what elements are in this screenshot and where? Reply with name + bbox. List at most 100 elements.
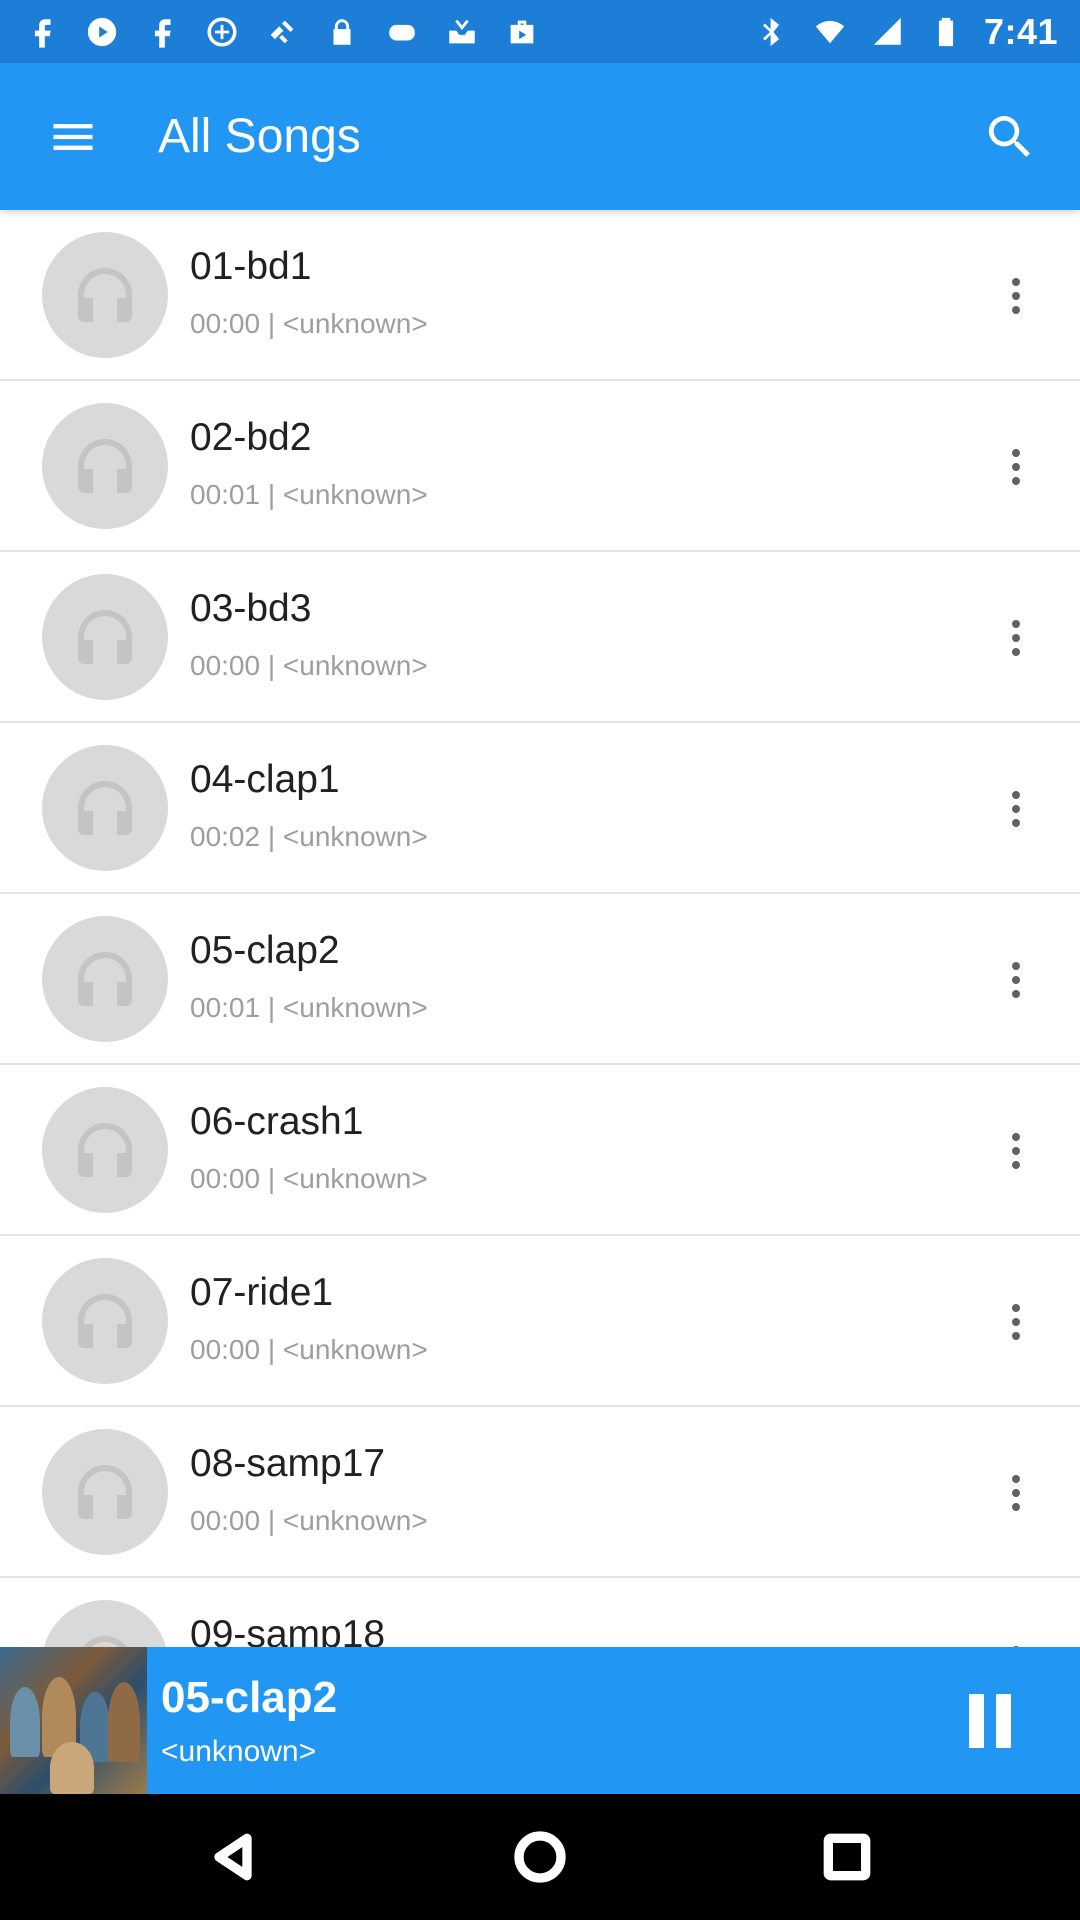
song-title: 06-crash1 — [190, 1100, 364, 1143]
song-text: 05-clap2 00:01 | <unknown> — [190, 928, 428, 1024]
song-title: 09-samp18 — [190, 1613, 386, 1647]
headphones-icon — [83, 1636, 127, 1647]
song-avatar — [42, 1258, 168, 1384]
recents-button[interactable] — [797, 1807, 897, 1907]
more-vert-icon — [1012, 620, 1020, 656]
song-avatar — [42, 574, 168, 700]
song-text: 03-bd3 00:00 | <unknown> — [190, 586, 428, 682]
song-subtitle: 00:00 | <unknown> — [190, 1334, 428, 1365]
inbox-icon — [442, 12, 482, 52]
notification-icons — [22, 12, 542, 52]
home-button[interactable] — [490, 1807, 590, 1907]
bluetooth-icon — [752, 12, 792, 52]
song-avatar — [42, 916, 168, 1042]
hamburger-menu-icon — [53, 123, 93, 150]
song-list-item[interactable]: 06-crash1 00:00 | <unknown> — [0, 1065, 1080, 1236]
more-vert-icon — [1012, 1133, 1020, 1169]
song-subtitle: 00:00 | <unknown> — [190, 650, 428, 681]
song-list-item[interactable]: 05-clap2 00:01 | <unknown> — [0, 894, 1080, 1065]
search-icon — [988, 115, 1030, 157]
song-text: 09-samp18 — [190, 1612, 385, 1647]
back-icon — [214, 1833, 252, 1881]
more-vert-icon — [1012, 278, 1020, 314]
back-button[interactable] — [183, 1807, 283, 1907]
headphones-icon — [78, 439, 132, 493]
status-bar: 7:41 — [0, 0, 1080, 63]
now-playing-bar[interactable]: 05-clap2 <unknown> — [0, 1647, 1080, 1794]
home-icon — [514, 1831, 566, 1883]
song-list-item[interactable]: 08-samp17 00:00 | <unknown> — [0, 1407, 1080, 1578]
song-title: 02-bd2 — [190, 416, 312, 459]
song-text: 02-bd2 00:01 | <unknown> — [190, 415, 428, 511]
status-time: 7:41 — [983, 10, 1058, 52]
lock-icon — [322, 12, 362, 52]
more-options-button[interactable] — [974, 596, 1058, 680]
song-text: 06-crash1 00:00 | <unknown> — [190, 1099, 428, 1195]
song-avatar — [42, 1600, 168, 1647]
headphones-icon — [78, 610, 132, 664]
more-options-button[interactable] — [974, 767, 1058, 851]
more-options-button[interactable] — [974, 1280, 1058, 1364]
song-text: 07-ride1 00:00 | <unknown> — [190, 1270, 428, 1366]
song-avatar — [42, 232, 168, 358]
pause-icon — [969, 1693, 1011, 1748]
now-playing-artist: <unknown> — [161, 1734, 317, 1768]
recents-icon — [823, 1833, 870, 1881]
wifi-icon — [810, 12, 850, 52]
more-options-button[interactable] — [974, 1109, 1058, 1193]
song-subtitle: 00:00 | <unknown> — [190, 308, 428, 339]
headphones-icon — [78, 952, 132, 1006]
more-options-button[interactable] — [974, 1451, 1058, 1535]
song-list-item[interactable]: 09-samp18 — [0, 1578, 1080, 1647]
more-vert-icon — [1013, 1646, 1019, 1647]
menu-button[interactable] — [0, 63, 146, 210]
song-list-item[interactable]: 02-bd2 00:01 | <unknown> — [0, 381, 1080, 552]
headphones-icon — [78, 1294, 132, 1348]
headphones-icon — [78, 1123, 132, 1177]
more-vert-icon — [1012, 449, 1020, 485]
song-title: 01-bd1 — [190, 245, 312, 288]
more-vert-icon — [1012, 1304, 1020, 1340]
song-subtitle: 00:02 | <unknown> — [190, 821, 428, 852]
song-subtitle: 00:01 | <unknown> — [190, 479, 428, 510]
song-list[interactable]: 01-bd1 00:00 | <unknown> 02-bd2 00:01 | … — [0, 210, 1080, 1647]
system-icons: 7:41 — [752, 11, 1058, 53]
app-bar: All Songs — [0, 63, 1080, 210]
search-button[interactable] — [940, 63, 1080, 210]
headphones-icon — [78, 781, 132, 835]
song-list-item[interactable]: 07-ride1 00:00 | <unknown> — [0, 1236, 1080, 1407]
more-options-button[interactable] — [974, 1622, 1058, 1647]
page-title: All Songs — [158, 110, 361, 163]
song-title: 08-samp17 — [190, 1442, 386, 1485]
facebook-icon — [142, 12, 182, 52]
pause-button[interactable] — [942, 1673, 1038, 1769]
song-subtitle: 00:00 | <unknown> — [190, 1505, 428, 1536]
album-art[interactable] — [0, 1647, 147, 1794]
song-avatar — [42, 1087, 168, 1213]
more-vert-icon — [1012, 1475, 1020, 1511]
more-options-button[interactable] — [974, 938, 1058, 1022]
data-saver-icon — [202, 12, 242, 52]
song-avatar — [42, 745, 168, 871]
song-list-item[interactable]: 01-bd1 00:00 | <unknown> — [0, 210, 1080, 381]
song-text: 08-samp17 00:00 | <unknown> — [190, 1441, 428, 1537]
more-vert-icon — [1012, 791, 1020, 827]
more-options-button[interactable] — [974, 425, 1058, 509]
song-avatar — [42, 1429, 168, 1555]
facebook-icon — [22, 12, 62, 52]
song-list-item[interactable]: 03-bd3 00:00 | <unknown> — [0, 552, 1080, 723]
navigation-bar — [0, 1794, 1080, 1920]
battery-icon — [926, 12, 966, 52]
more-options-button[interactable] — [974, 254, 1058, 338]
song-title: 04-clap1 — [190, 758, 340, 801]
fake-gps-icon — [262, 12, 302, 52]
more-vert-icon — [1012, 962, 1020, 998]
play-store-icon — [82, 12, 122, 52]
briefcase-icon — [502, 12, 542, 52]
song-subtitle: 00:01 | <unknown> — [190, 992, 428, 1023]
game-controller-icon — [382, 12, 422, 52]
song-text: 04-clap1 00:02 | <unknown> — [190, 757, 428, 853]
song-list-item[interactable]: 04-clap1 00:02 | <unknown> — [0, 723, 1080, 894]
headphones-icon — [78, 1465, 132, 1519]
song-avatar — [42, 403, 168, 529]
